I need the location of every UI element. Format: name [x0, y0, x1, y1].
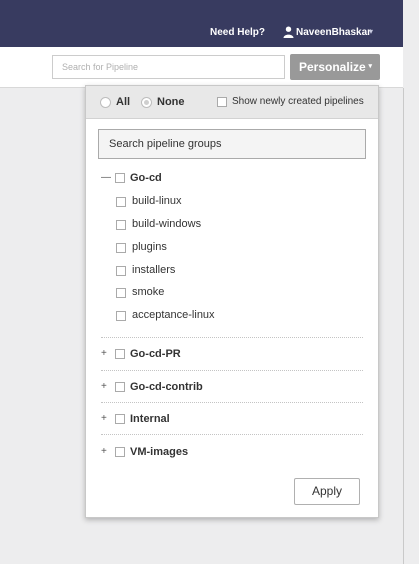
search-pipeline-input[interactable]: [52, 55, 285, 79]
pipeline-name[interactable]: build-windows: [132, 218, 201, 230]
group-name[interactable]: Internal: [130, 413, 170, 425]
pipeline-group-go-cd: — Go-cd: [86, 171, 378, 187]
show-new-pipelines-label[interactable]: Show newly created pipelines: [232, 96, 364, 107]
group-divider: [101, 434, 363, 435]
group-name[interactable]: Go-cd-contrib: [130, 381, 203, 393]
collapse-toggle-icon[interactable]: —: [101, 172, 111, 183]
pipeline-name[interactable]: plugins: [132, 241, 167, 253]
expand-toggle-icon[interactable]: +: [101, 348, 107, 359]
pipeline-checkbox[interactable]: [116, 311, 126, 321]
pipeline-checkbox[interactable]: [116, 220, 126, 230]
filter-all-label[interactable]: All: [116, 96, 130, 108]
personalize-label: Personalize: [299, 60, 366, 74]
apply-button[interactable]: Apply: [294, 478, 360, 505]
personalize-dropdown-panel: All None Show newly created pipelines — …: [85, 85, 379, 518]
pipeline-group-go-cd-pr: + Go-cd-PR: [86, 347, 378, 363]
pipeline-filter-header: All None Show newly created pipelines: [86, 86, 378, 119]
expand-toggle-icon[interactable]: +: [101, 413, 107, 424]
user-icon[interactable]: [283, 26, 294, 38]
pipeline-group-go-cd-contrib: + Go-cd-contrib: [86, 380, 378, 396]
group-checkbox[interactable]: [115, 414, 125, 424]
pipeline-checkbox[interactable]: [116, 197, 126, 207]
pipeline-name[interactable]: build-linux: [132, 195, 182, 207]
content-divider: [403, 88, 404, 564]
pipeline-item: build-linux: [86, 194, 378, 210]
user-menu-chevron-down-icon[interactable]: ▾: [369, 27, 373, 36]
group-divider: [101, 370, 363, 371]
pipeline-item: build-windows: [86, 217, 378, 233]
search-pipeline-groups-input[interactable]: [98, 129, 366, 159]
pipeline-group-vm-images: + VM-images: [86, 445, 378, 461]
expand-toggle-icon[interactable]: +: [101, 446, 107, 457]
group-divider: [101, 402, 363, 403]
pipeline-item: acceptance-linux: [86, 308, 378, 324]
filter-all-radio[interactable]: [100, 97, 111, 108]
user-menu-name[interactable]: NaveenBhaskar: [296, 27, 371, 38]
pipeline-name[interactable]: acceptance-linux: [132, 309, 215, 321]
group-checkbox[interactable]: [115, 173, 125, 183]
group-divider: [101, 337, 363, 338]
group-checkbox[interactable]: [115, 382, 125, 392]
group-checkbox[interactable]: [115, 349, 125, 359]
pipeline-checkbox[interactable]: [116, 288, 126, 298]
expand-toggle-icon[interactable]: +: [101, 381, 107, 392]
pipeline-item: smoke: [86, 285, 378, 301]
pipeline-group-internal: + Internal: [86, 412, 378, 428]
group-checkbox[interactable]: [115, 447, 125, 457]
show-new-pipelines-checkbox[interactable]: [217, 97, 227, 107]
pipeline-name[interactable]: smoke: [132, 286, 164, 298]
pipeline-checkbox[interactable]: [116, 243, 126, 253]
pipeline-item: plugins: [86, 240, 378, 256]
pipeline-toolbar: Personalize ▾: [0, 47, 403, 88]
pipeline-name[interactable]: installers: [132, 264, 175, 276]
need-help-link[interactable]: Need Help?: [210, 27, 265, 38]
group-name[interactable]: Go-cd: [130, 172, 162, 184]
group-name[interactable]: Go-cd-PR: [130, 348, 181, 360]
filter-none-radio[interactable]: [141, 97, 152, 108]
pipeline-item: installers: [86, 263, 378, 279]
top-navigation-bar: Need Help? NaveenBhaskar ▾: [0, 0, 403, 47]
filter-none-label[interactable]: None: [157, 96, 185, 108]
group-name[interactable]: VM-images: [130, 446, 188, 458]
personalize-button[interactable]: Personalize ▾: [290, 54, 380, 80]
chevron-down-icon: ▾: [368, 63, 372, 70]
pipeline-checkbox[interactable]: [116, 266, 126, 276]
